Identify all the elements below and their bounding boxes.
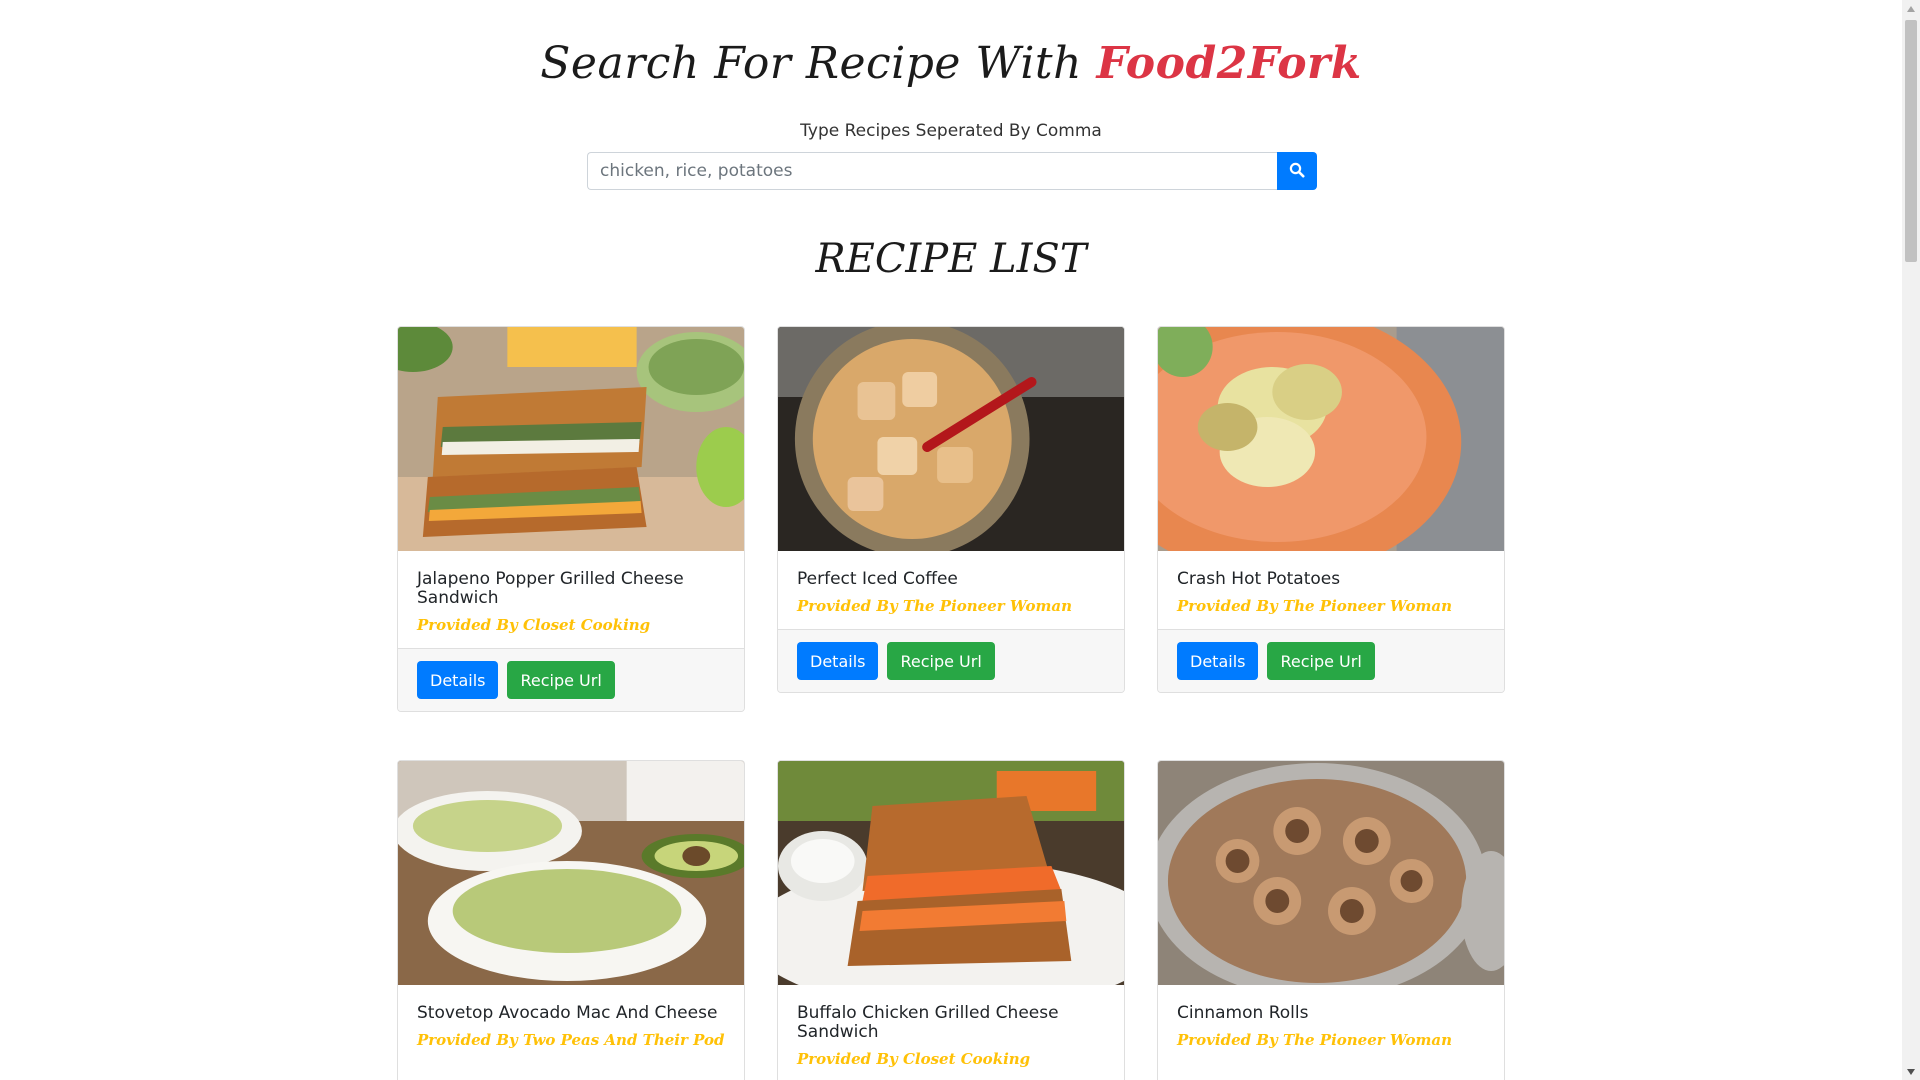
scroll-down-icon[interactable] — [1902, 1063, 1920, 1080]
recipe-title: Perfect Iced Coffee — [797, 569, 958, 589]
recipe-image-crash-hot-potatoes[interactable] — [1158, 327, 1504, 551]
recipe-card-footer: Details Recipe Url — [398, 648, 744, 711]
vertical-scrollbar[interactable] — [1902, 0, 1920, 1080]
recipe-title: Jalapeno Popper Grilled Cheese Sandwich — [417, 569, 684, 608]
search-input[interactable] — [587, 152, 1277, 190]
search-icon — [1289, 162, 1305, 181]
recipe-provider: Provided By The Pioneer Woman — [1177, 1031, 1453, 1049]
recipe-list-title: RECIPE LIST — [815, 236, 1087, 282]
recipe-image-jalapeno-popper-grilled-cheese[interactable] — [398, 327, 744, 551]
page-title-prefix: Search For Recipe With — [540, 38, 1082, 89]
search-bar — [587, 152, 1317, 190]
page-title: Search For Recipe With Food2Fork — [0, 38, 1902, 89]
details-button[interactable]: Details — [797, 642, 879, 680]
recipe-image-buffalo-chicken-grilled-cheese[interactable] — [778, 761, 1124, 985]
recipe-card: Buffalo Chicken Grilled Cheese Sandwich … — [777, 760, 1125, 1080]
recipe-provider: Provided By Two Peas And Their Pod — [417, 1031, 725, 1049]
recipe-card-body: Perfect Iced Coffee Provided By The Pion… — [778, 551, 1124, 629]
recipe-url-button[interactable]: Recipe Url — [887, 642, 995, 680]
recipe-title: Cinnamon Rolls — [1177, 1003, 1309, 1023]
search-instructions: Type Recipes Seperated By Comma — [800, 121, 1102, 141]
recipe-provider: Provided By The Pioneer Woman — [797, 597, 1073, 615]
recipe-provider: Provided By Closet Cooking — [417, 616, 651, 634]
recipe-card-body: Crash Hot Potatoes Provided By The Pione… — [1158, 551, 1504, 629]
recipe-card: Jalapeno Popper Grilled Cheese Sandwich … — [397, 326, 745, 712]
recipe-card-footer: Details Recipe Url — [778, 629, 1124, 692]
details-button[interactable]: Details — [1177, 642, 1259, 680]
recipe-image-stovetop-avocado-mac-and-cheese[interactable] — [398, 761, 744, 985]
recipe-card-body: Jalapeno Popper Grilled Cheese Sandwich … — [398, 551, 744, 648]
brand-name: Food2Fork — [1096, 38, 1362, 89]
recipe-card-body: Stovetop Avocado Mac And Cheese Provided… — [398, 985, 744, 1063]
recipe-card: Cinnamon Rolls Provided By The Pioneer W… — [1157, 760, 1505, 1080]
recipe-card-body: Cinnamon Rolls Provided By The Pioneer W… — [1158, 985, 1504, 1063]
recipe-image-perfect-iced-coffee[interactable] — [778, 327, 1124, 551]
recipe-url-button[interactable]: Recipe Url — [1267, 642, 1375, 680]
scrollbar-thumb[interactable] — [1905, 20, 1917, 262]
search-button[interactable] — [1277, 152, 1317, 190]
recipe-provider: Provided By Closet Cooking — [797, 1050, 1031, 1068]
recipe-provider: Provided By The Pioneer Woman — [1177, 597, 1453, 615]
recipe-image-cinnamon-rolls[interactable] — [1158, 761, 1504, 985]
recipe-card-body: Buffalo Chicken Grilled Cheese Sandwich … — [778, 985, 1124, 1080]
recipe-url-button[interactable]: Recipe Url — [507, 661, 615, 699]
recipe-title: Stovetop Avocado Mac And Cheese — [417, 1003, 718, 1023]
recipe-title: Crash Hot Potatoes — [1177, 569, 1341, 589]
recipe-title: Buffalo Chicken Grilled Cheese Sandwich — [797, 1003, 1059, 1042]
recipe-card: Perfect Iced Coffee Provided By The Pion… — [777, 326, 1125, 693]
details-button[interactable]: Details — [417, 661, 499, 699]
recipe-card: Stovetop Avocado Mac And Cheese Provided… — [397, 760, 745, 1080]
main-content: Search For Recipe With Food2Fork Type Re… — [0, 0, 1902, 1080]
page: Search For Recipe With Food2Fork Type Re… — [0, 0, 1920, 1080]
recipe-card-footer: Details Recipe Url — [1158, 629, 1504, 692]
recipe-card: Crash Hot Potatoes Provided By The Pione… — [1157, 326, 1505, 693]
scroll-up-icon[interactable] — [1902, 0, 1920, 17]
